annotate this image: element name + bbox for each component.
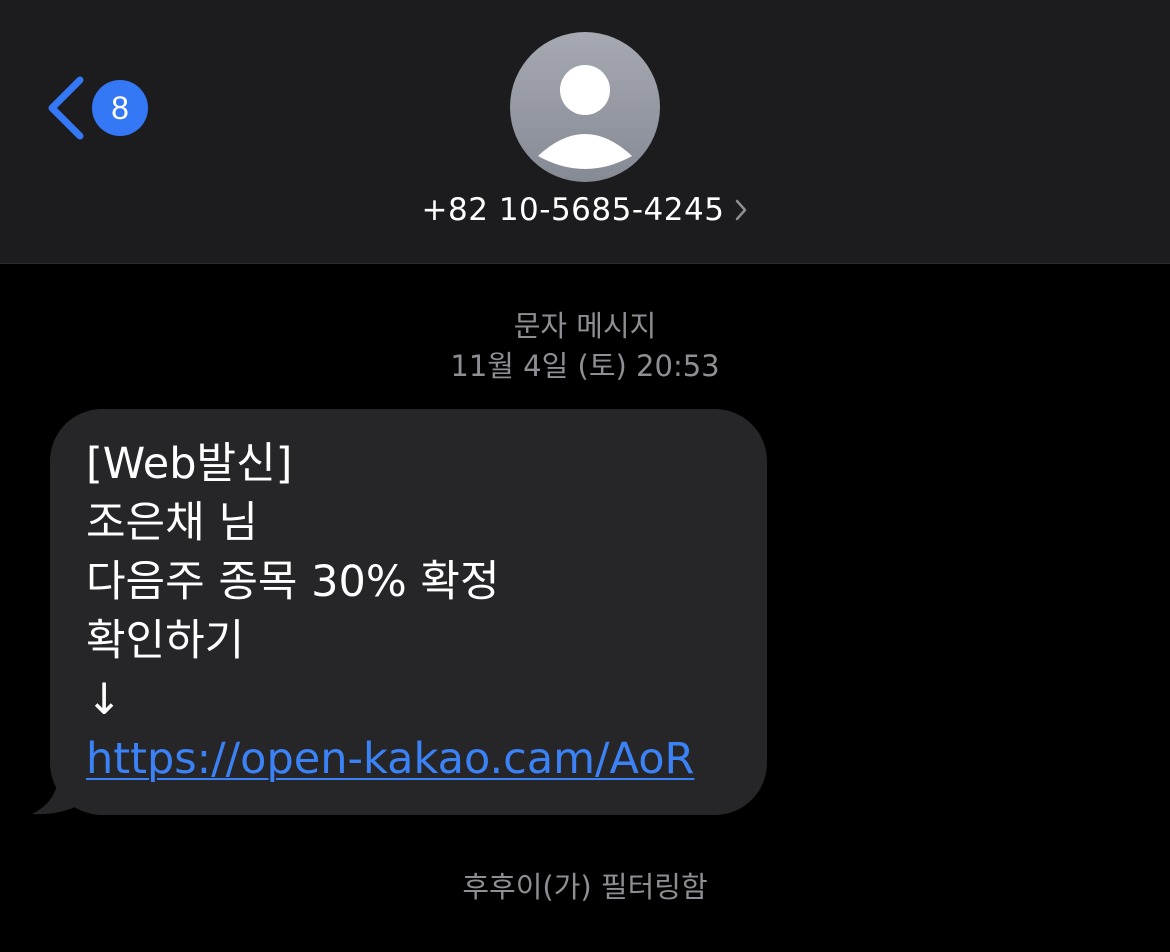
person-icon <box>538 65 632 169</box>
back-button[interactable]: 8 <box>44 74 148 142</box>
message-line: ↓ <box>86 675 123 725</box>
message-line: 조은채 님 <box>86 498 258 548</box>
message-line: [Web발신] <box>86 439 293 489</box>
message-bubble[interactable]: [Web발신] 조은채 님 다음주 종목 30% 확정 확인하기 ↓ https… <box>50 409 767 815</box>
message-line: 확인하기 <box>86 616 245 666</box>
contact-details-button[interactable]: +82 10-5685-4245 <box>0 192 1170 230</box>
message-type-label: 문자 메시지 <box>513 309 657 343</box>
contact-number: +82 10-5685-4245 <box>421 192 725 228</box>
conversation-header: 8 +82 10-5685-4245 <box>0 0 1170 264</box>
chevron-right-icon <box>734 194 748 230</box>
chevron-left-icon <box>44 75 86 141</box>
message-link[interactable]: https://open-kakao.cam/AoR <box>86 734 694 784</box>
contact-avatar[interactable] <box>510 32 660 182</box>
filter-note: 후후이(가) 필터링함 <box>462 870 708 904</box>
unread-count-badge: 8 <box>92 80 148 136</box>
message-timestamp: 11월 4일 (토) 20:53 <box>450 349 720 383</box>
message-line: 다음주 종목 30% 확정 <box>86 557 500 607</box>
